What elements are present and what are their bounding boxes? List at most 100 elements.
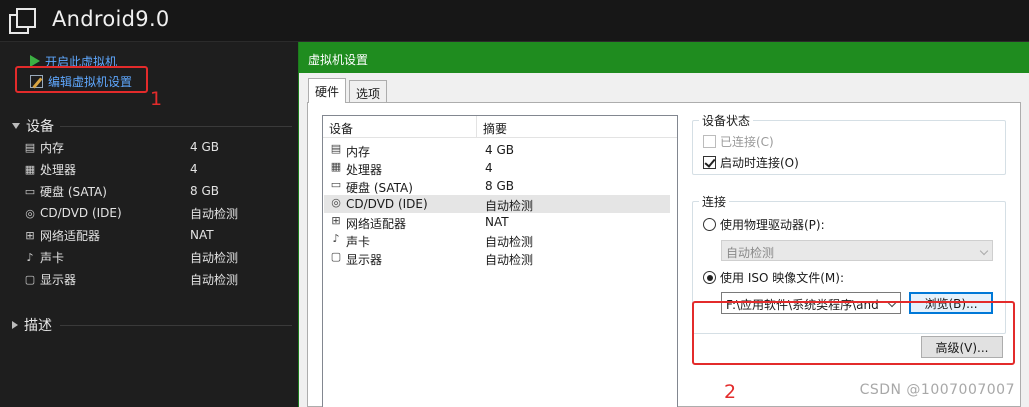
list-item[interactable]: ♪ 声卡 自动检测 [324, 231, 670, 249]
network-adapter-icon: ⊞ [25, 228, 35, 242]
vm-title: Android9.0 [52, 7, 170, 31]
cd-dvd-icon: ◎ [25, 206, 35, 220]
device-value: 4 [190, 162, 198, 176]
device-name: 显示器 [40, 272, 77, 287]
hardware-device-list[interactable]: 设备 摘要 ▤ 内存 4 GB ▦ 处理器 4 ▭ 硬盘 (SATA) 8 GB ◎ CD/DVD … [322, 115, 678, 407]
device-row[interactable]: ⊞ 网络适配器 NAT [22, 226, 292, 244]
device-row[interactable]: ▢ 显示器 自动检测 [22, 270, 292, 288]
memory-icon: ▤ [330, 142, 342, 155]
device-name: 内存 [40, 140, 65, 155]
device-status-title: 设备状态 [699, 112, 754, 129]
physical-drive-label: 使用物理驱动器(P): [720, 218, 825, 232]
list-item-summary: 4 [485, 161, 493, 175]
network-adapter-icon: ⊞ [331, 214, 341, 227]
connect-at-power-on-label: 启动时连接(O) [720, 156, 799, 170]
vm-settings-dialog: 虚拟机设置 硬件 选项 设备 摘要 ▤ 内存 4 GB ▦ 处理器 4 ▭ 硬盘 (SATA)… [298, 42, 1029, 407]
annotation-highlight-1 [15, 66, 148, 93]
physical-drive-radio-dot [703, 218, 716, 231]
list-item-name: 处理器 [346, 163, 383, 177]
list-item-summary: NAT [485, 215, 509, 229]
cpu-icon: ▦ [24, 162, 36, 176]
display-icon: ▢ [330, 250, 342, 263]
device-value: 8 GB [190, 184, 219, 198]
device-value: 自动检测 [190, 250, 239, 265]
connected-label: 已连接(C) [720, 135, 774, 149]
device-row[interactable]: ▤ 内存 4 GB [22, 138, 292, 156]
chevron-down-icon [979, 246, 989, 256]
list-item-name: 网络适配器 [346, 217, 407, 231]
iso-file-radio[interactable]: 使用 ISO 映像文件(M): [703, 269, 844, 286]
hard-disk-icon: ▭ [24, 184, 36, 198]
physical-drive-radio[interactable]: 使用物理驱动器(P): [703, 216, 825, 233]
tab-options[interactable]: 选项 [349, 80, 388, 102]
iso-file-label: 使用 ISO 映像文件(M): [720, 271, 844, 285]
description-section-header[interactable]: 描述 [12, 315, 52, 335]
list-item[interactable]: ▭ 硬盘 (SATA) 8 GB [324, 177, 670, 195]
device-value: 自动检测 [190, 206, 239, 221]
device-name: 硬盘 (SATA) [40, 184, 107, 199]
list-item[interactable]: ⊞ 网络适配器 NAT [324, 213, 670, 231]
virtual-machine-icon [9, 8, 36, 34]
annotation-number-1: 1 [150, 88, 163, 110]
device-name: 网络适配器 [40, 228, 101, 243]
sound-card-icon: ♪ [26, 250, 34, 264]
advanced-button[interactable]: 高级(V)... [921, 336, 1003, 358]
vm-summary-panel: 开启此虚拟机 编辑虚拟机设置 设备 ▤ 内存 4 GB ▦ 处理器 4 ▭ 硬盘 (SATA)… [0, 42, 298, 407]
watermark: CSDN @1007007007 [859, 382, 1015, 398]
cd-dvd-icon: ◎ [331, 196, 341, 209]
list-item-name: 声卡 [346, 235, 371, 249]
sound-card-icon: ♪ [332, 232, 340, 245]
section-divider [60, 325, 292, 326]
cpu-icon: ▦ [330, 160, 342, 173]
list-item-summary: 自动检测 [485, 199, 534, 213]
tab-hardware[interactable]: 硬件 [308, 78, 347, 103]
list-item-name: 显示器 [346, 253, 383, 267]
device-value: NAT [190, 228, 214, 242]
display-icon: ▢ [24, 272, 36, 286]
memory-icon: ▤ [24, 140, 36, 154]
list-item[interactable]: ▦ 处理器 4 [324, 159, 670, 177]
device-row[interactable]: ▦ 处理器 4 [22, 160, 292, 178]
hard-disk-icon: ▭ [330, 178, 342, 191]
list-item-name: 内存 [346, 145, 371, 159]
list-item-name: 硬盘 (SATA) [346, 181, 413, 195]
list-item[interactable]: ▤ 内存 4 GB [324, 141, 670, 159]
device-name: 声卡 [40, 250, 65, 265]
list-item-name: CD/DVD (IDE) [346, 197, 428, 211]
physical-drive-select[interactable]: 自动检测 [721, 240, 993, 261]
device-value: 自动检测 [190, 272, 239, 287]
devices-section-title: 设备 [26, 119, 54, 135]
device-name: 处理器 [40, 162, 77, 177]
collapse-icon [12, 123, 20, 129]
device-row[interactable]: ◎ CD/DVD (IDE) 自动检测 [22, 204, 292, 222]
connected-checkbox-box [703, 135, 716, 148]
device-value: 4 GB [190, 140, 219, 154]
list-item-summary: 4 GB [485, 143, 514, 157]
list-item[interactable]: ▢ 显示器 自动检测 [324, 249, 670, 267]
column-header-summary[interactable]: 摘要 [483, 120, 507, 137]
device-row[interactable]: ♪ 声卡 自动检测 [22, 248, 292, 266]
connection-title: 连接 [699, 193, 730, 210]
vm-header: Android9.0 [0, 0, 1029, 42]
list-item-summary: 自动检测 [485, 253, 534, 267]
list-item[interactable]: ◎ CD/DVD (IDE) 自动检测 [324, 195, 670, 213]
connect-at-power-on-box [703, 156, 716, 169]
section-divider [60, 126, 292, 127]
dialog-title: 虚拟机设置 [299, 42, 1029, 73]
iso-file-radio-dot [703, 271, 716, 284]
column-separator[interactable] [476, 116, 477, 138]
physical-drive-value: 自动检测 [726, 246, 775, 260]
list-item-summary: 8 GB [485, 179, 514, 193]
device-name: CD/DVD (IDE) [40, 206, 122, 220]
connect-at-power-on-checkbox[interactable]: 启动时连接(O) [703, 154, 799, 171]
column-header-device[interactable]: 设备 [329, 120, 353, 137]
annotation-number-2: 2 [724, 381, 737, 403]
device-row[interactable]: ▭ 硬盘 (SATA) 8 GB [22, 182, 292, 200]
expand-icon [12, 321, 18, 329]
list-header: 设备 摘要 [323, 116, 677, 138]
description-section-title: 描述 [24, 318, 52, 334]
hardware-tab-pane: 设备 摘要 ▤ 内存 4 GB ▦ 处理器 4 ▭ 硬盘 (SATA) 8 GB ◎ CD/DVD … [307, 102, 1021, 407]
connected-checkbox[interactable]: 已连接(C) [703, 133, 774, 150]
devices-section-header[interactable]: 设备 [12, 116, 54, 136]
device-status-group: 设备状态 已连接(C) 启动时连接(O) [692, 112, 1006, 175]
